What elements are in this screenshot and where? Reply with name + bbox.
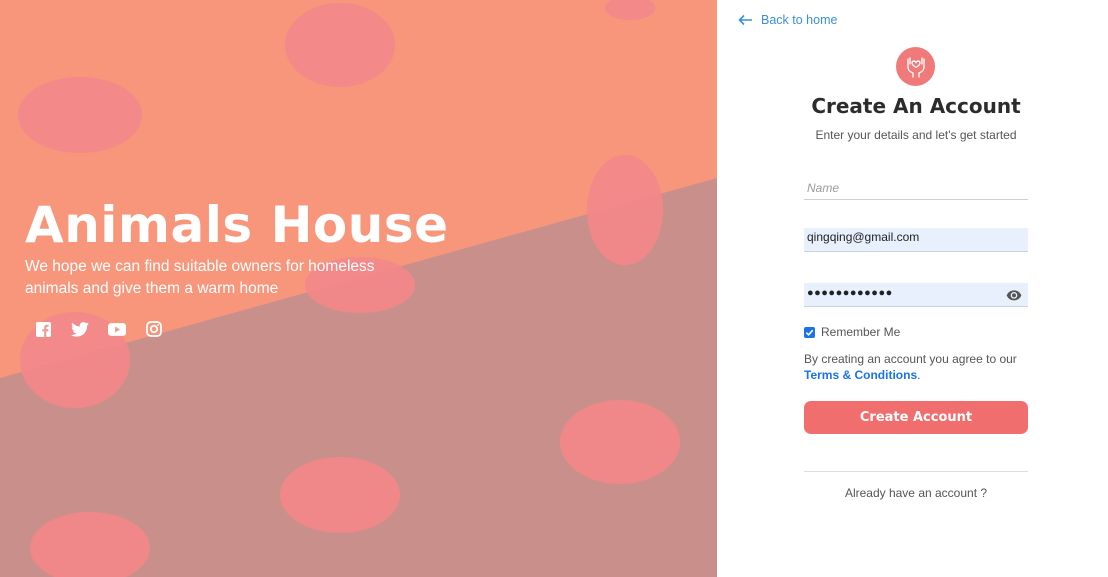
remember-me-checkbox[interactable] — [804, 326, 815, 338]
name-input[interactable] — [804, 176, 1028, 199]
form-subtitle: Enter your details and let's get started — [815, 128, 1017, 142]
terms-text: By creating an account you agree to our — [804, 352, 1017, 366]
divider — [804, 471, 1028, 472]
back-to-home-label: Back to home — [761, 13, 838, 27]
password-field-wrapper — [804, 283, 1028, 307]
hero-panel: Animals House We hope we can find suitab… — [0, 0, 717, 577]
instagram-icon[interactable] — [144, 320, 164, 338]
youtube-icon[interactable] — [107, 320, 127, 338]
terms-period: . — [917, 368, 921, 382]
create-account-button[interactable]: Create Account — [804, 401, 1028, 434]
email-input[interactable] — [804, 228, 1028, 252]
facebook-icon[interactable] — [33, 320, 53, 338]
terms-link[interactable]: Terms & Conditions — [804, 368, 917, 382]
email-field-wrapper — [804, 228, 1028, 252]
terms-notice: By creating an account you agree to our … — [804, 351, 1034, 383]
password-input[interactable] — [804, 283, 1028, 307]
already-have-account-link[interactable]: Already have an account ? — [717, 486, 1108, 500]
hands-heart-icon — [896, 47, 935, 86]
hero-subtitle: We hope we can find suitable owners for … — [25, 258, 375, 297]
check-icon — [805, 329, 814, 336]
remember-me-label: Remember Me — [821, 325, 901, 339]
twitter-icon[interactable] — [70, 320, 90, 338]
remember-me-row: Remember Me — [804, 325, 900, 339]
social-links — [33, 320, 164, 338]
back-to-home-link[interactable]: Back to home — [738, 13, 837, 27]
signup-panel: Back to home Create An Account Enter you… — [717, 0, 1108, 577]
arrow-left-icon — [738, 14, 752, 26]
name-field-wrapper — [804, 176, 1028, 200]
eye-icon[interactable] — [1006, 287, 1022, 303]
form-title: Create An Account — [811, 94, 1021, 118]
hero-title: Animals House — [25, 196, 449, 254]
